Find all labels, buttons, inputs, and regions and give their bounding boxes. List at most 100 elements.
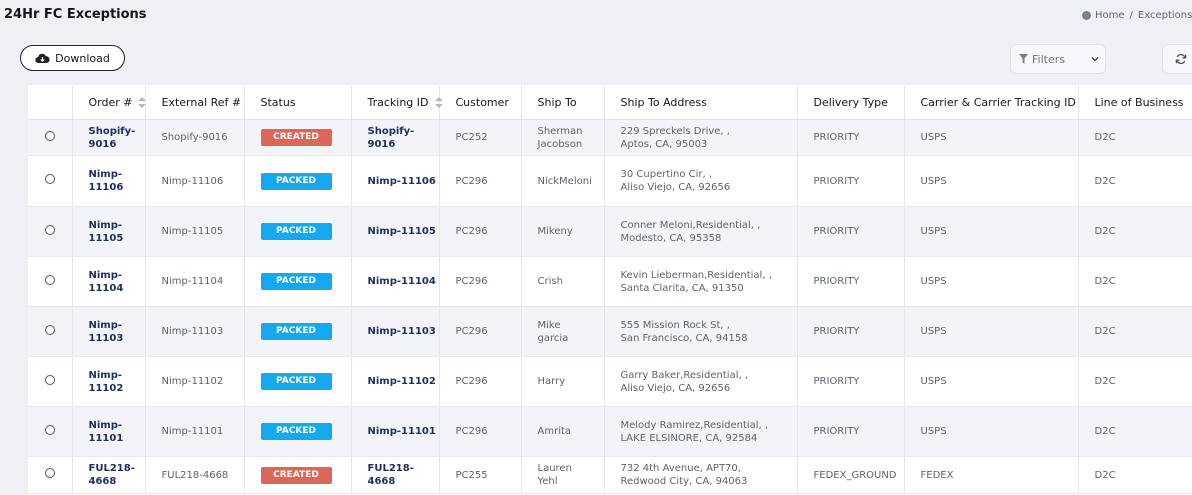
ship-to-address-cell: Conner Meloni,Residential, , Modesto, CA,… bbox=[604, 206, 798, 257]
tracking-id-line: Shopify- bbox=[367, 125, 415, 137]
order-number-link[interactable]: Nimp- 11104 bbox=[72, 256, 146, 307]
tracking-id-link[interactable]: FUL218- 4668 bbox=[351, 456, 440, 494]
tracking-id-link[interactable]: Nimp-11101 bbox=[351, 406, 440, 457]
sort-icon[interactable] bbox=[434, 97, 443, 108]
column-header-order[interactable]: Order # bbox=[72, 85, 147, 120]
line-of-business-cell: D2C bbox=[1078, 456, 1192, 494]
row-select-cell bbox=[28, 256, 73, 307]
table-row[interactable]: Nimp- 11103 Nimp-11103 PACKED Nimp-11103 PC29… bbox=[28, 306, 1192, 357]
column-header-ship-to: Ship To bbox=[521, 85, 605, 120]
tracking-id-link[interactable]: Nimp-11105 bbox=[351, 206, 440, 257]
column-header-select bbox=[28, 85, 73, 120]
status-cell: PACKED bbox=[244, 206, 352, 257]
row-select-cell bbox=[28, 306, 73, 357]
address-line: Garry Baker,Residential, , bbox=[620, 369, 749, 381]
table-row[interactable]: Nimp- 11106 Nimp-11106 PACKED Nimp-11106 PC29… bbox=[28, 155, 1192, 207]
external-ref-cell: FUL218-4668 bbox=[145, 456, 245, 494]
order-number-link[interactable]: Nimp- 11103 bbox=[72, 306, 146, 357]
tracking-id-link[interactable]: Nimp-11104 bbox=[351, 256, 440, 307]
delivery-type-cell: PRIORITY bbox=[797, 206, 905, 257]
chevron-down-icon bbox=[1091, 57, 1099, 62]
row-select-radio[interactable] bbox=[44, 224, 55, 235]
ship-to-cell: Lauren Yehl bbox=[521, 456, 605, 494]
breadcrumb-separator: / bbox=[1129, 10, 1133, 21]
tracking-id-line: Nimp-11106 bbox=[367, 175, 436, 187]
download-button[interactable]: Download bbox=[20, 45, 125, 71]
row-select-cell bbox=[28, 206, 73, 257]
order-number-line: Nimp- bbox=[88, 369, 123, 381]
order-number-line: FUL218- bbox=[88, 463, 135, 474]
order-number-line: 11106 bbox=[88, 182, 124, 193]
table-row[interactable]: Nimp- 11101 Nimp-11101 PACKED Nimp-11101 PC29… bbox=[28, 406, 1192, 457]
carrier-cell: USPS bbox=[904, 356, 1079, 407]
filters-dropdown[interactable]: Filters bbox=[1010, 44, 1106, 74]
breadcrumb-home[interactable]: Home bbox=[1095, 10, 1125, 21]
ship-to-line: garcia bbox=[537, 332, 569, 344]
status-cell: CREATED bbox=[244, 456, 352, 494]
status-cell: PACKED bbox=[244, 306, 352, 357]
customer-cell: PC296 bbox=[439, 406, 522, 457]
refresh-button[interactable] bbox=[1162, 44, 1192, 74]
tracking-id-link[interactable]: Nimp-11103 bbox=[351, 306, 440, 357]
order-number-link[interactable]: FUL218- 4668 bbox=[72, 456, 146, 494]
ship-to-line: Amrita bbox=[537, 426, 572, 437]
ship-to-cell: NickMeloni bbox=[521, 155, 605, 207]
order-number-line: Nimp- bbox=[88, 419, 123, 431]
line-of-business-cell: D2C bbox=[1078, 256, 1192, 307]
delivery-type-cell: PRIORITY bbox=[797, 306, 905, 357]
row-select-radio[interactable] bbox=[44, 130, 55, 141]
tracking-id-line: 4668 bbox=[367, 476, 396, 487]
carrier-cell: USPS bbox=[904, 406, 1079, 457]
order-number-link[interactable]: Nimp- 11105 bbox=[72, 206, 146, 257]
table-row[interactable]: Nimp- 11105 Nimp-11105 PACKED Nimp-11105 PC29… bbox=[28, 206, 1192, 257]
ship-to-line: Sherman bbox=[537, 125, 583, 137]
ship-to-cell: Amrita bbox=[521, 406, 605, 457]
tracking-id-line: Nimp-11103 bbox=[367, 326, 436, 337]
table-row[interactable]: Nimp- 11104 Nimp-11104 PACKED Nimp-11104 PC29… bbox=[28, 256, 1192, 307]
table-row[interactable]: Shopify- 9016 Shopify-9016 CREATED Shopify- 9… bbox=[28, 119, 1192, 156]
row-select-radio[interactable] bbox=[44, 424, 55, 435]
row-select-cell bbox=[28, 356, 73, 407]
external-ref-cell: Nimp-11103 bbox=[145, 306, 245, 357]
column-header-external-ref: External Ref # bbox=[145, 85, 245, 120]
delivery-type-cell: PRIORITY bbox=[797, 356, 905, 407]
address-line: Santa Clarita, CA, 91350 bbox=[620, 282, 744, 294]
order-number-link[interactable]: Nimp- 11106 bbox=[72, 155, 146, 207]
refresh-icon bbox=[1175, 53, 1187, 65]
status-badge: PACKED bbox=[260, 423, 332, 440]
row-select-radio[interactable] bbox=[44, 274, 55, 285]
order-number-line: 9016 bbox=[88, 138, 117, 150]
line-of-business-cell: D2C bbox=[1078, 406, 1192, 457]
ship-to-line: NickMeloni bbox=[537, 175, 592, 187]
tracking-id-line: Nimp-11105 bbox=[367, 226, 436, 237]
tracking-id-link[interactable]: Shopify- 9016 bbox=[351, 119, 440, 156]
row-select-radio[interactable] bbox=[44, 374, 55, 385]
tracking-id-link[interactable]: Nimp-11106 bbox=[351, 155, 440, 207]
order-number-link[interactable]: Shopify- 9016 bbox=[72, 119, 146, 156]
row-select-radio[interactable] bbox=[44, 468, 55, 478]
order-number-link[interactable]: Nimp- 11102 bbox=[72, 356, 146, 407]
table-body: Shopify- 9016 Shopify-9016 CREATED Shopify- 9… bbox=[28, 119, 1192, 494]
row-select-cell bbox=[28, 119, 73, 156]
status-badge: CREATED bbox=[260, 129, 332, 146]
sort-icon[interactable] bbox=[138, 97, 147, 108]
breadcrumb-exceptions[interactable]: Exceptions bbox=[1138, 10, 1192, 21]
column-header-line-of-business: Line of Business bbox=[1078, 85, 1192, 120]
row-select-radio[interactable] bbox=[44, 324, 55, 335]
external-ref-cell: Nimp-11102 bbox=[145, 356, 245, 407]
status-cell: PACKED bbox=[244, 356, 352, 407]
tracking-id-link[interactable]: Nimp-11102 bbox=[351, 356, 440, 407]
ship-to-line: Mike bbox=[537, 319, 561, 331]
ship-to-line: Crish bbox=[537, 276, 563, 287]
exceptions-table: Order # External Ref # Status Tracking I… bbox=[28, 85, 1192, 494]
row-select-radio[interactable] bbox=[44, 174, 55, 184]
status-badge: PACKED bbox=[260, 223, 332, 240]
delivery-type-cell: PRIORITY bbox=[797, 119, 905, 156]
table-row[interactable]: Nimp- 11102 Nimp-11102 PACKED Nimp-11102 PC29… bbox=[28, 356, 1192, 407]
address-line: 732 4th Avenue, APT70, bbox=[620, 463, 741, 474]
order-number-link[interactable]: Nimp- 11101 bbox=[72, 406, 146, 457]
column-header-tracking-id[interactable]: Tracking ID bbox=[351, 85, 443, 120]
ship-to-cell: Crish bbox=[521, 256, 605, 307]
row-select-cell bbox=[28, 456, 73, 494]
table-row[interactable]: FUL218- 4668 FUL218-4668 CREATED FUL218- 4668… bbox=[28, 456, 1192, 494]
